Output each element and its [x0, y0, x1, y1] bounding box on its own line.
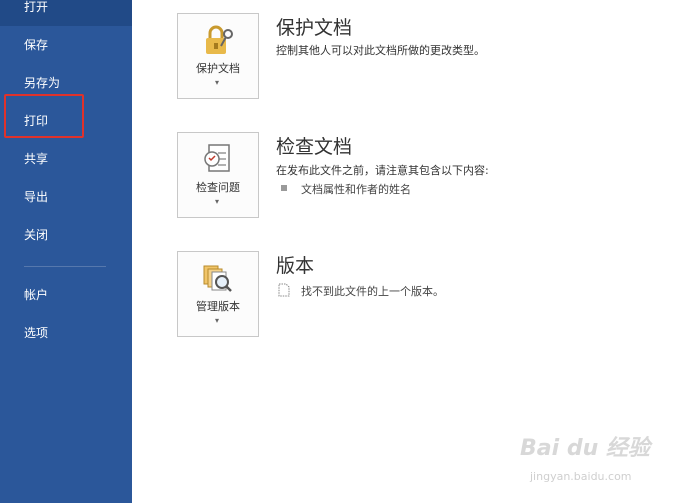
sidebar-item-label: 导出	[24, 190, 49, 204]
protect-document-title: 保护文档	[276, 17, 353, 39]
document-icon	[278, 283, 290, 297]
lock-key-icon	[206, 25, 233, 54]
protect-document-button[interactable]: 保护文档 ▾	[177, 13, 259, 99]
manage-versions-label: 管理版本	[196, 300, 240, 313]
chevron-down-icon: ▾	[215, 197, 220, 206]
inspect-document-description: 在发布此文件之前，请注意其包含以下内容:	[276, 164, 489, 177]
sidebar-item-label: 关闭	[24, 228, 49, 242]
protect-document-label: 保护文档	[196, 62, 240, 75]
sidebar-item-close[interactable]: 关闭	[0, 216, 132, 254]
versions-magnifier-icon	[203, 265, 232, 292]
sidebar-item-label: 打开	[24, 0, 49, 14]
bullet-icon	[281, 185, 287, 191]
chevron-down-icon: ▾	[215, 316, 220, 325]
inspect-document-title: 检查文档	[276, 136, 353, 158]
sidebar-item-open[interactable]: 打开	[0, 0, 132, 26]
check-issues-button[interactable]: 检查问题 ▾	[177, 132, 259, 218]
baidu-watermark: Bai du 经验 jingyan.baidu.com	[520, 430, 670, 490]
checklist-icon	[204, 144, 230, 172]
sidebar-item-account[interactable]: 帐户	[0, 276, 132, 314]
sidebar-item-share[interactable]: 共享	[0, 140, 132, 178]
chevron-down-icon: ▾	[215, 78, 220, 87]
watermark-brand: Bai du 经验	[520, 436, 650, 461]
versions-title: 版本	[276, 255, 315, 277]
sidebar-item-label: 帐户	[24, 288, 49, 302]
sidebar-item-label: 保存	[24, 38, 49, 52]
backstage-sidebar: 打开 保存 另存为 打印 共享 导出 关闭 帐户 选项	[0, 0, 132, 503]
watermark-url: jingyan.baidu.com	[530, 470, 632, 483]
sidebar-item-save[interactable]: 保存	[0, 26, 132, 64]
protect-document-description: 控制其他人可以对此文档所做的更改类型。	[276, 44, 485, 57]
sidebar-item-label: 选项	[24, 326, 49, 340]
sidebar-divider	[24, 266, 106, 267]
sidebar-item-options[interactable]: 选项	[0, 314, 132, 352]
sidebar-item-export[interactable]: 导出	[0, 178, 132, 216]
sidebar-item-label: 共享	[24, 152, 49, 166]
print-highlight-box	[4, 94, 84, 138]
inspect-item: 文档属性和作者的姓名	[301, 183, 411, 196]
check-issues-label: 检查问题	[196, 181, 240, 194]
sidebar-item-label: 另存为	[24, 76, 61, 90]
manage-versions-button[interactable]: 管理版本 ▾	[177, 251, 259, 337]
versions-item: 找不到此文件的上一个版本。	[301, 285, 444, 298]
